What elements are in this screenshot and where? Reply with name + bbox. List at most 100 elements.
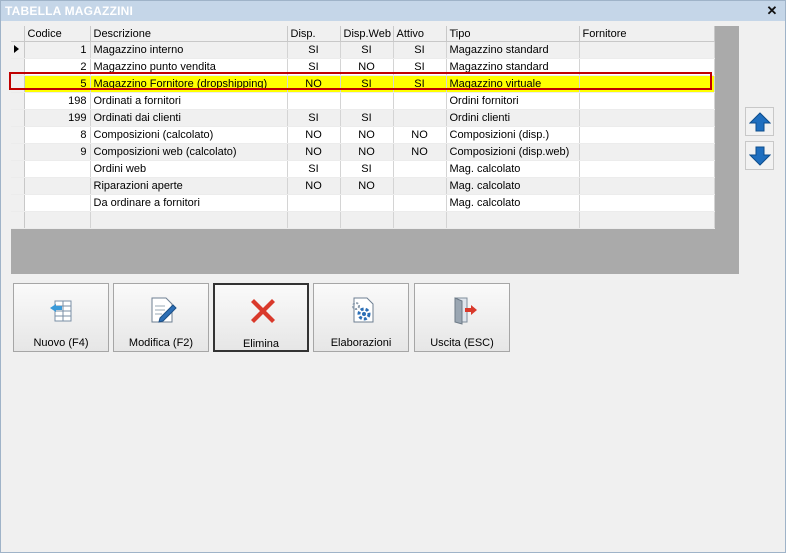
cell-tipo[interactable]: Mag. calcolato — [446, 160, 580, 178]
cell-codice[interactable]: 5 — [24, 75, 91, 93]
new-button[interactable]: Nuovo (F4) — [13, 283, 109, 352]
cell-disp-web[interactable]: SI — [340, 109, 394, 127]
row-indicator[interactable] — [11, 126, 25, 144]
cell-codice[interactable]: 1 — [24, 41, 91, 59]
cell-codice[interactable]: 8 — [24, 126, 91, 144]
cell-attivo[interactable] — [393, 177, 447, 195]
cell-disp-web[interactable]: SI — [340, 41, 394, 59]
cell-tipo[interactable] — [446, 211, 580, 229]
row-indicator[interactable] — [11, 75, 25, 93]
cell-fornitore[interactable] — [579, 109, 715, 127]
cell-fornitore[interactable] — [579, 92, 715, 110]
move-up-button[interactable] — [745, 107, 774, 136]
cell-tipo[interactable]: Magazzino virtuale — [446, 75, 580, 93]
row-indicator[interactable] — [11, 177, 25, 195]
cell-fornitore[interactable] — [579, 194, 715, 212]
cell-disp[interactable]: SI — [287, 160, 341, 178]
cell-disp-web[interactable]: SI — [340, 75, 394, 93]
cell-fornitore[interactable] — [579, 75, 715, 93]
table-row[interactable]: Da ordinare a fornitori Mag. calcolato — [11, 194, 715, 212]
cell-descrizione[interactable]: Da ordinare a fornitori — [90, 194, 288, 212]
cell-tipo[interactable]: Ordini fornitori — [446, 92, 580, 110]
row-indicator[interactable] — [11, 58, 25, 76]
cell-descrizione[interactable]: Ordini web — [90, 160, 288, 178]
table-row[interactable]: 5 Magazzino Fornitore (dropshipping) NO SI S… — [11, 75, 715, 93]
cell-disp-web[interactable]: NO — [340, 177, 394, 195]
cell-codice[interactable] — [24, 194, 91, 212]
cell-disp[interactable] — [287, 194, 341, 212]
column-header-disp-web[interactable]: Disp.Web — [340, 26, 394, 42]
cell-disp[interactable]: NO — [287, 126, 341, 144]
cell-disp[interactable]: SI — [287, 109, 341, 127]
cell-codice[interactable]: 199 — [24, 109, 91, 127]
cell-codice[interactable]: 9 — [24, 143, 91, 161]
cell-attivo[interactable]: NO — [393, 126, 447, 144]
cell-fornitore[interactable] — [579, 126, 715, 144]
cell-descrizione[interactable]: Ordinati dai clienti — [90, 109, 288, 127]
cell-disp-web[interactable] — [340, 211, 394, 229]
cell-fornitore[interactable] — [579, 177, 715, 195]
table-row[interactable]: 1 Magazzino interno SI SI SI Magazzino standa… — [11, 41, 715, 59]
cell-fornitore[interactable] — [579, 58, 715, 76]
cell-disp-web[interactable]: NO — [340, 58, 394, 76]
cell-attivo[interactable]: SI — [393, 41, 447, 59]
column-header-codice[interactable]: Codice — [24, 26, 91, 42]
cell-disp-web[interactable]: NO — [340, 126, 394, 144]
table-row[interactable]: 199 Ordinati dai clienti SI SI Ordini client… — [11, 109, 715, 127]
table-row[interactable]: 8 Composizioni (calcolato) NO NO NO Composizi… — [11, 126, 715, 144]
column-header-disp[interactable]: Disp. — [287, 26, 341, 42]
column-header-fornitore[interactable]: Fornitore — [579, 26, 715, 42]
column-header-attivo[interactable]: Attivo — [393, 26, 447, 42]
cell-codice[interactable] — [24, 177, 91, 195]
table-row[interactable] — [11, 211, 715, 229]
exit-button[interactable]: Uscita (ESC) — [414, 283, 510, 352]
row-indicator[interactable] — [11, 92, 25, 110]
cell-codice[interactable]: 198 — [24, 92, 91, 110]
cell-disp[interactable] — [287, 92, 341, 110]
row-indicator[interactable] — [11, 41, 25, 59]
cell-fornitore[interactable] — [579, 143, 715, 161]
cell-attivo[interactable]: SI — [393, 75, 447, 93]
cell-descrizione[interactable] — [90, 211, 288, 229]
cell-descrizione[interactable]: Composizioni (calcolato) — [90, 126, 288, 144]
cell-fornitore[interactable] — [579, 41, 715, 59]
cell-attivo[interactable] — [393, 109, 447, 127]
cell-disp[interactable]: SI — [287, 58, 341, 76]
cell-tipo[interactable]: Mag. calcolato — [446, 177, 580, 195]
cell-tipo[interactable]: Magazzino standard — [446, 41, 580, 59]
cell-tipo[interactable]: Mag. calcolato — [446, 194, 580, 212]
cell-disp[interactable]: NO — [287, 143, 341, 161]
cell-attivo[interactable] — [393, 92, 447, 110]
cell-codice[interactable] — [24, 211, 91, 229]
cell-tipo[interactable]: Composizioni (disp.) — [446, 126, 580, 144]
table-row[interactable]: 9 Composizioni web (calcolato) NO NO NO Compo… — [11, 143, 715, 161]
table-row[interactable]: Ordini web SI SI Mag. calcolato — [11, 160, 715, 178]
cell-codice[interactable]: 2 — [24, 58, 91, 76]
column-header-descrizione[interactable]: Descrizione — [90, 26, 288, 42]
cell-tipo[interactable]: Composizioni (disp.web) — [446, 143, 580, 161]
cell-disp-web[interactable]: NO — [340, 143, 394, 161]
cell-descrizione[interactable]: Magazzino interno — [90, 41, 288, 59]
move-down-button[interactable] — [745, 141, 774, 170]
cell-attivo[interactable] — [393, 194, 447, 212]
row-indicator[interactable] — [11, 160, 25, 178]
edit-button[interactable]: Modifica (F2) — [113, 283, 209, 352]
row-indicator[interactable] — [11, 143, 25, 161]
cell-attivo[interactable]: NO — [393, 143, 447, 161]
cell-disp-web[interactable] — [340, 92, 394, 110]
table-row[interactable]: Riparazioni aperte NO NO Mag. calcolato — [11, 177, 715, 195]
cell-disp[interactable]: SI — [287, 41, 341, 59]
cell-descrizione[interactable]: Magazzino punto vendita — [90, 58, 288, 76]
cell-attivo[interactable] — [393, 160, 447, 178]
processing-button[interactable]: Elaborazioni — [313, 283, 409, 352]
close-button[interactable]: ✕ — [765, 4, 779, 18]
cell-codice[interactable] — [24, 160, 91, 178]
cell-tipo[interactable]: Ordini clienti — [446, 109, 580, 127]
table-row[interactable]: 2 Magazzino punto vendita SI NO SI Magazzino … — [11, 58, 715, 76]
table-row[interactable]: 198 Ordinati a fornitori Ordini fornitori — [11, 92, 715, 110]
cell-disp[interactable] — [287, 211, 341, 229]
cell-attivo[interactable]: SI — [393, 58, 447, 76]
cell-fornitore[interactable] — [579, 211, 715, 229]
cell-descrizione[interactable]: Ordinati a fornitori — [90, 92, 288, 110]
delete-button[interactable]: Elimina — [213, 283, 309, 352]
